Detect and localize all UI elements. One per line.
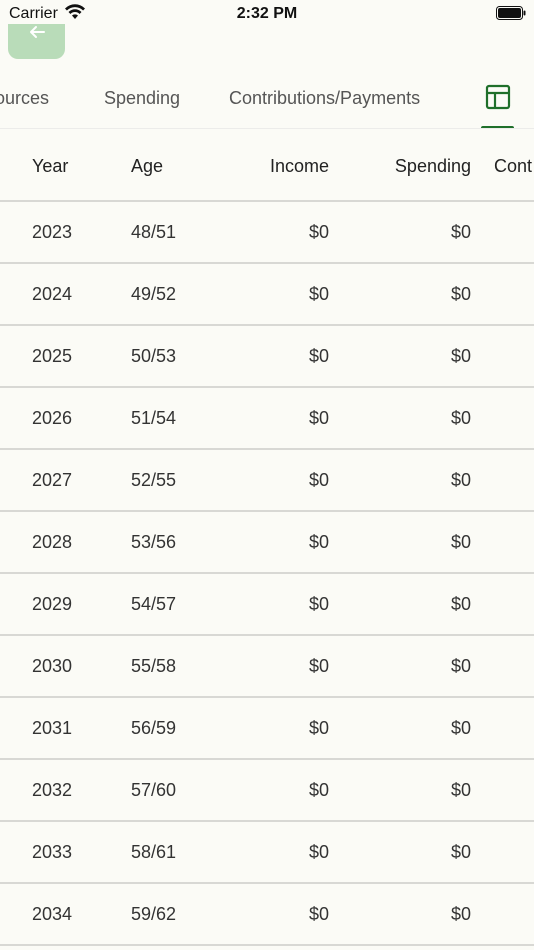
cell-spending: $0 [450,470,471,490]
header-year: Year [32,156,69,176]
projection-table: Year Age Income Spending Cont 2023 48/51… [0,129,534,946]
cell-year: 2031 [32,718,73,738]
table-row: 2030 55/58 $0 $0 [0,636,534,698]
battery-icon [496,6,526,20]
cell-income: $0 [308,470,329,490]
cell-year: 2027 [32,470,73,490]
cell-spending: $0 [450,408,471,428]
arrow-left-icon [30,26,45,38]
cell-age: 48/51 [131,222,177,242]
cell-year: 2023 [32,222,73,242]
table-row: 2034 59/62 $0 $0 [0,884,534,946]
header-contributions: Cont [494,156,533,176]
cell-year: 2025 [32,346,73,366]
cell-age: 56/59 [131,718,177,738]
cell-year: 2026 [32,408,73,428]
cell-age: 51/54 [131,408,177,428]
cell-year: 2034 [32,904,73,924]
tab-table[interactable] [481,82,514,128]
table-row: 2025 50/53 $0 $0 [0,326,534,388]
cell-age: 54/57 [131,594,177,614]
cell-income: $0 [308,408,329,428]
cell-age: 53/56 [131,532,177,552]
cell-age: 55/58 [131,656,177,676]
cell-income: $0 [308,780,329,800]
cell-income: $0 [308,842,329,862]
table-row: 2033 58/61 $0 $0 [0,822,534,884]
cell-income: $0 [308,594,329,614]
table-row: 2027 52/55 $0 $0 [0,450,534,512]
table-icon [485,84,511,110]
cell-spending: $0 [450,594,471,614]
cell-year: 2030 [32,656,73,676]
table-row: 2024 49/52 $0 $0 [0,264,534,326]
cell-income: $0 [308,532,329,552]
table-row: 2023 48/51 $0 $0 [0,202,534,264]
cell-year: 2028 [32,532,73,552]
status-bar: Carrier 2:32 PM [0,0,534,28]
table-header: Year Age Income Spending Cont [0,129,534,202]
cell-age: 49/52 [131,284,177,304]
tab-income-sources[interactable]: ources [0,88,49,109]
table-row: 2028 53/56 $0 $0 [0,512,534,574]
cell-age: 50/53 [131,346,177,366]
tab-bar: ources Spending Contributions/Payments [0,68,534,129]
cell-spending: $0 [450,842,471,862]
cell-spending: $0 [450,222,471,242]
table-row: 2031 56/59 $0 $0 [0,698,534,760]
cell-age: 59/62 [131,904,177,924]
cell-income: $0 [308,718,329,738]
header-spending: Spending [394,156,471,176]
cell-spending: $0 [450,656,471,676]
cell-age: 57/60 [131,780,177,800]
cell-year: 2033 [32,842,73,862]
cell-income: $0 [308,222,329,242]
header-income: Income [269,156,329,176]
table-row: 2032 57/60 $0 $0 [0,760,534,822]
cell-income: $0 [308,346,329,366]
cell-age: 58/61 [131,842,177,862]
back-button[interactable] [8,24,65,59]
clock: 2:32 PM [236,5,298,22]
cell-spending: $0 [450,904,471,924]
cell-year: 2032 [32,780,73,800]
cell-income: $0 [308,656,329,676]
header-age: Age [131,156,164,176]
table-row: 2026 51/54 $0 $0 [0,388,534,450]
cell-spending: $0 [450,346,471,366]
cell-spending: $0 [450,284,471,304]
tab-contributions-payments[interactable]: Contributions/Payments [229,88,420,109]
table-row: 2029 54/57 $0 $0 [0,574,534,636]
cell-income: $0 [308,904,329,924]
cell-year: 2024 [32,284,73,304]
tab-spending[interactable]: Spending [104,88,180,109]
cell-year: 2029 [32,594,73,614]
cell-spending: $0 [450,718,471,738]
cell-age: 52/55 [131,470,177,490]
cell-spending: $0 [450,780,471,800]
cell-spending: $0 [450,532,471,552]
cell-income: $0 [308,284,329,304]
